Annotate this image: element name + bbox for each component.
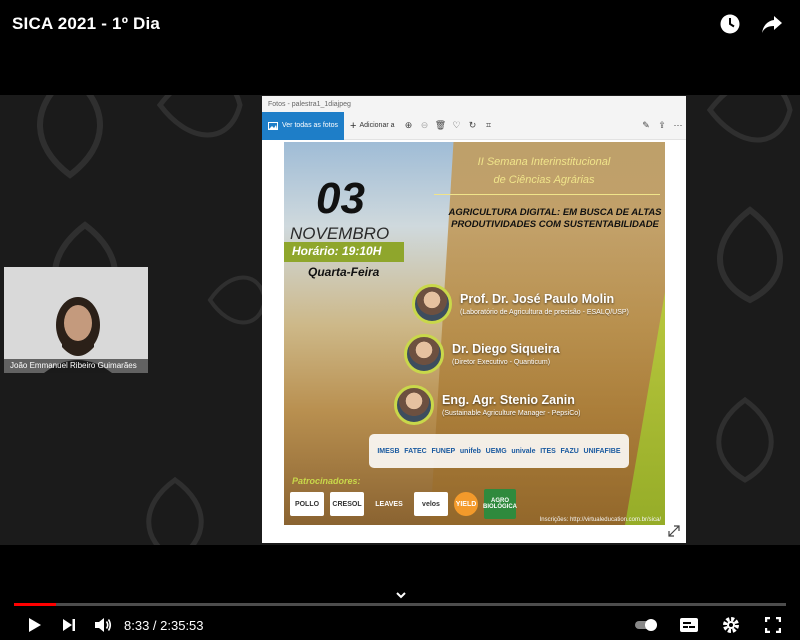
poster-day: 03 xyxy=(316,174,365,223)
event-poster: 03 NOVEMBRO Horário: 19:10H Quarta-Feira… xyxy=(284,142,665,525)
leaf-pattern-icon xyxy=(716,396,774,483)
subtitles-button[interactable] xyxy=(672,610,706,640)
share-photo-icon[interactable]: ⇪ xyxy=(654,112,670,140)
sponsor-logo: LEAVES xyxy=(375,500,403,508)
photos-app-window[interactable]: Fotos - palestra1_1diajpeg Ver todas as … xyxy=(262,96,686,543)
photos-gallery-icon xyxy=(268,121,278,130)
poster-weekday: Quarta-Feira xyxy=(308,265,380,279)
webcam-thumbnail: João Emmanuel Ribeiro Guimarães xyxy=(4,267,148,373)
presenter-portrait xyxy=(4,267,148,373)
partner-logo: univale xyxy=(511,447,536,455)
chevron-down-icon[interactable] xyxy=(394,588,408,602)
speaker-photo xyxy=(404,334,444,374)
volume-icon xyxy=(95,618,112,632)
autoplay-toggle-icon xyxy=(635,619,657,631)
favorite-icon[interactable]: ♡ xyxy=(449,112,465,140)
player-top-bar: SICA 2021 - 1º Dia xyxy=(0,0,800,48)
crop-icon[interactable]: ⌗ xyxy=(481,112,497,140)
partner-logo: ITES xyxy=(540,447,556,455)
partner-logo: FATEC xyxy=(404,447,427,455)
play-icon xyxy=(29,618,41,632)
poster-divider xyxy=(434,194,660,195)
zoom-in-icon[interactable]: ⊕ xyxy=(401,112,417,140)
fullscreen-button[interactable] xyxy=(756,610,790,640)
poster-month: NOVEMBRO xyxy=(290,224,390,243)
add-to-label: Adicionar a xyxy=(359,122,395,129)
presenter-name: João Emmanuel Ribeiro Guimarães xyxy=(4,359,148,373)
sponsor-logos: POLLO CRESOL LEAVES velos YIELD AGRO BIO… xyxy=(290,489,517,519)
sponsor-logo: velos xyxy=(414,492,448,516)
leaf-pattern-icon xyxy=(207,275,268,325)
fullscreen-icon xyxy=(765,617,781,633)
settings-icon xyxy=(723,617,739,633)
play-button[interactable] xyxy=(18,610,52,640)
edit-icon[interactable]: ✎ xyxy=(638,112,654,140)
plus-icon: + xyxy=(350,119,357,132)
expand-icon[interactable] xyxy=(668,525,680,537)
leaf-pattern-icon xyxy=(37,95,103,179)
sponsors-title: Patrocinadores: xyxy=(292,476,361,486)
leaf-pattern-icon xyxy=(156,95,243,138)
leaf-pattern-icon xyxy=(146,476,204,545)
progress-bar[interactable] xyxy=(14,603,786,606)
leaf-pattern-icon xyxy=(717,206,783,304)
poster-time: Horário: 19:10H xyxy=(284,242,404,262)
next-button[interactable] xyxy=(52,610,86,640)
share-icon xyxy=(762,16,782,33)
speaker-role: (Laboratório de Agricultura de precisão … xyxy=(460,309,629,316)
partner-logo: FUNEP xyxy=(431,447,456,455)
subtitles-icon xyxy=(680,618,698,632)
video-player[interactable]: João Emmanuel Ribeiro Guimarães Fotos - … xyxy=(0,0,800,640)
speaker-role: (Sustainable Agriculture Manager - Pepsi… xyxy=(442,410,581,417)
sponsor-logo: POLLO xyxy=(290,492,324,516)
partner-logo: IMESB xyxy=(377,447,400,455)
next-icon xyxy=(63,619,75,631)
settings-button[interactable] xyxy=(714,610,748,640)
photos-titlebar: Fotos - palestra1_1diajpeg xyxy=(262,96,686,112)
sponsor-logo: CRESOL xyxy=(330,492,364,516)
view-all-photos-button[interactable]: Ver todas as fotos xyxy=(262,111,345,140)
watch-later-button[interactable] xyxy=(716,10,744,38)
poster-event-line2: de Ciências Agrárias xyxy=(493,174,595,186)
video-title[interactable]: SICA 2021 - 1º Dia xyxy=(12,14,160,34)
speaker-photo xyxy=(412,284,452,324)
speaker-2: Dr. Diego Siqueira (Diretor Executivo - … xyxy=(404,334,560,374)
partner-logos: IMESB FATEC FUNEP unifeb UEMG univale IT… xyxy=(369,434,629,468)
view-all-photos-label: Ver todas as fotos xyxy=(282,122,339,129)
speaker-1: Prof. Dr. José Paulo Molin (Laboratório … xyxy=(412,284,629,324)
photos-toolbar: Ver todas as fotos + Adicionar a ⊕ ⊖ 🗑 ♡… xyxy=(262,111,686,140)
poster-registration: Inscrições: http://virtualeducation.com.… xyxy=(539,517,661,523)
speaker-photo xyxy=(394,385,434,425)
partner-logo: FAZU xyxy=(560,447,579,455)
sponsor-logo: AGRO BIOLÓGICA xyxy=(483,489,517,519)
partner-logo: UNIFAFIBE xyxy=(583,447,621,455)
progress-fill xyxy=(14,603,57,606)
more-icon[interactable]: ⋯ xyxy=(670,112,686,140)
speaker-name: Dr. Diego Siqueira xyxy=(452,342,560,356)
rotate-icon[interactable]: ↻ xyxy=(465,112,481,140)
leaf-pattern-icon xyxy=(706,95,793,143)
poster-event-line1: II Semana Interinstitucional xyxy=(477,156,611,168)
partner-logo: unifeb xyxy=(459,447,481,455)
player-controls: 8:33 / 2:35:53 xyxy=(0,592,800,640)
add-to-button[interactable]: + Adicionar a xyxy=(344,112,400,140)
speaker-name: Prof. Dr. José Paulo Molin xyxy=(460,292,615,306)
time-display: 8:33 / 2:35:53 xyxy=(124,617,204,633)
volume-button[interactable] xyxy=(86,610,120,640)
speaker-role: (Diretor Executivo - Quanticum) xyxy=(452,359,551,366)
partner-logo: UEMG xyxy=(485,447,507,455)
clock-icon xyxy=(720,14,740,34)
share-button[interactable] xyxy=(758,10,786,38)
autoplay-toggle[interactable] xyxy=(630,610,664,640)
sponsor-logo: YIELD xyxy=(454,492,478,516)
delete-icon[interactable]: 🗑 xyxy=(433,112,449,140)
zoom-out-icon[interactable]: ⊖ xyxy=(417,112,433,140)
poster-theme: AGRICULTURA DIGITAL: EM BUSCA DE ALTAS P… xyxy=(448,207,662,230)
speaker-3: Eng. Agr. Stenio Zanin (Sustainable Agri… xyxy=(394,385,581,425)
speaker-name: Eng. Agr. Stenio Zanin xyxy=(442,393,575,407)
